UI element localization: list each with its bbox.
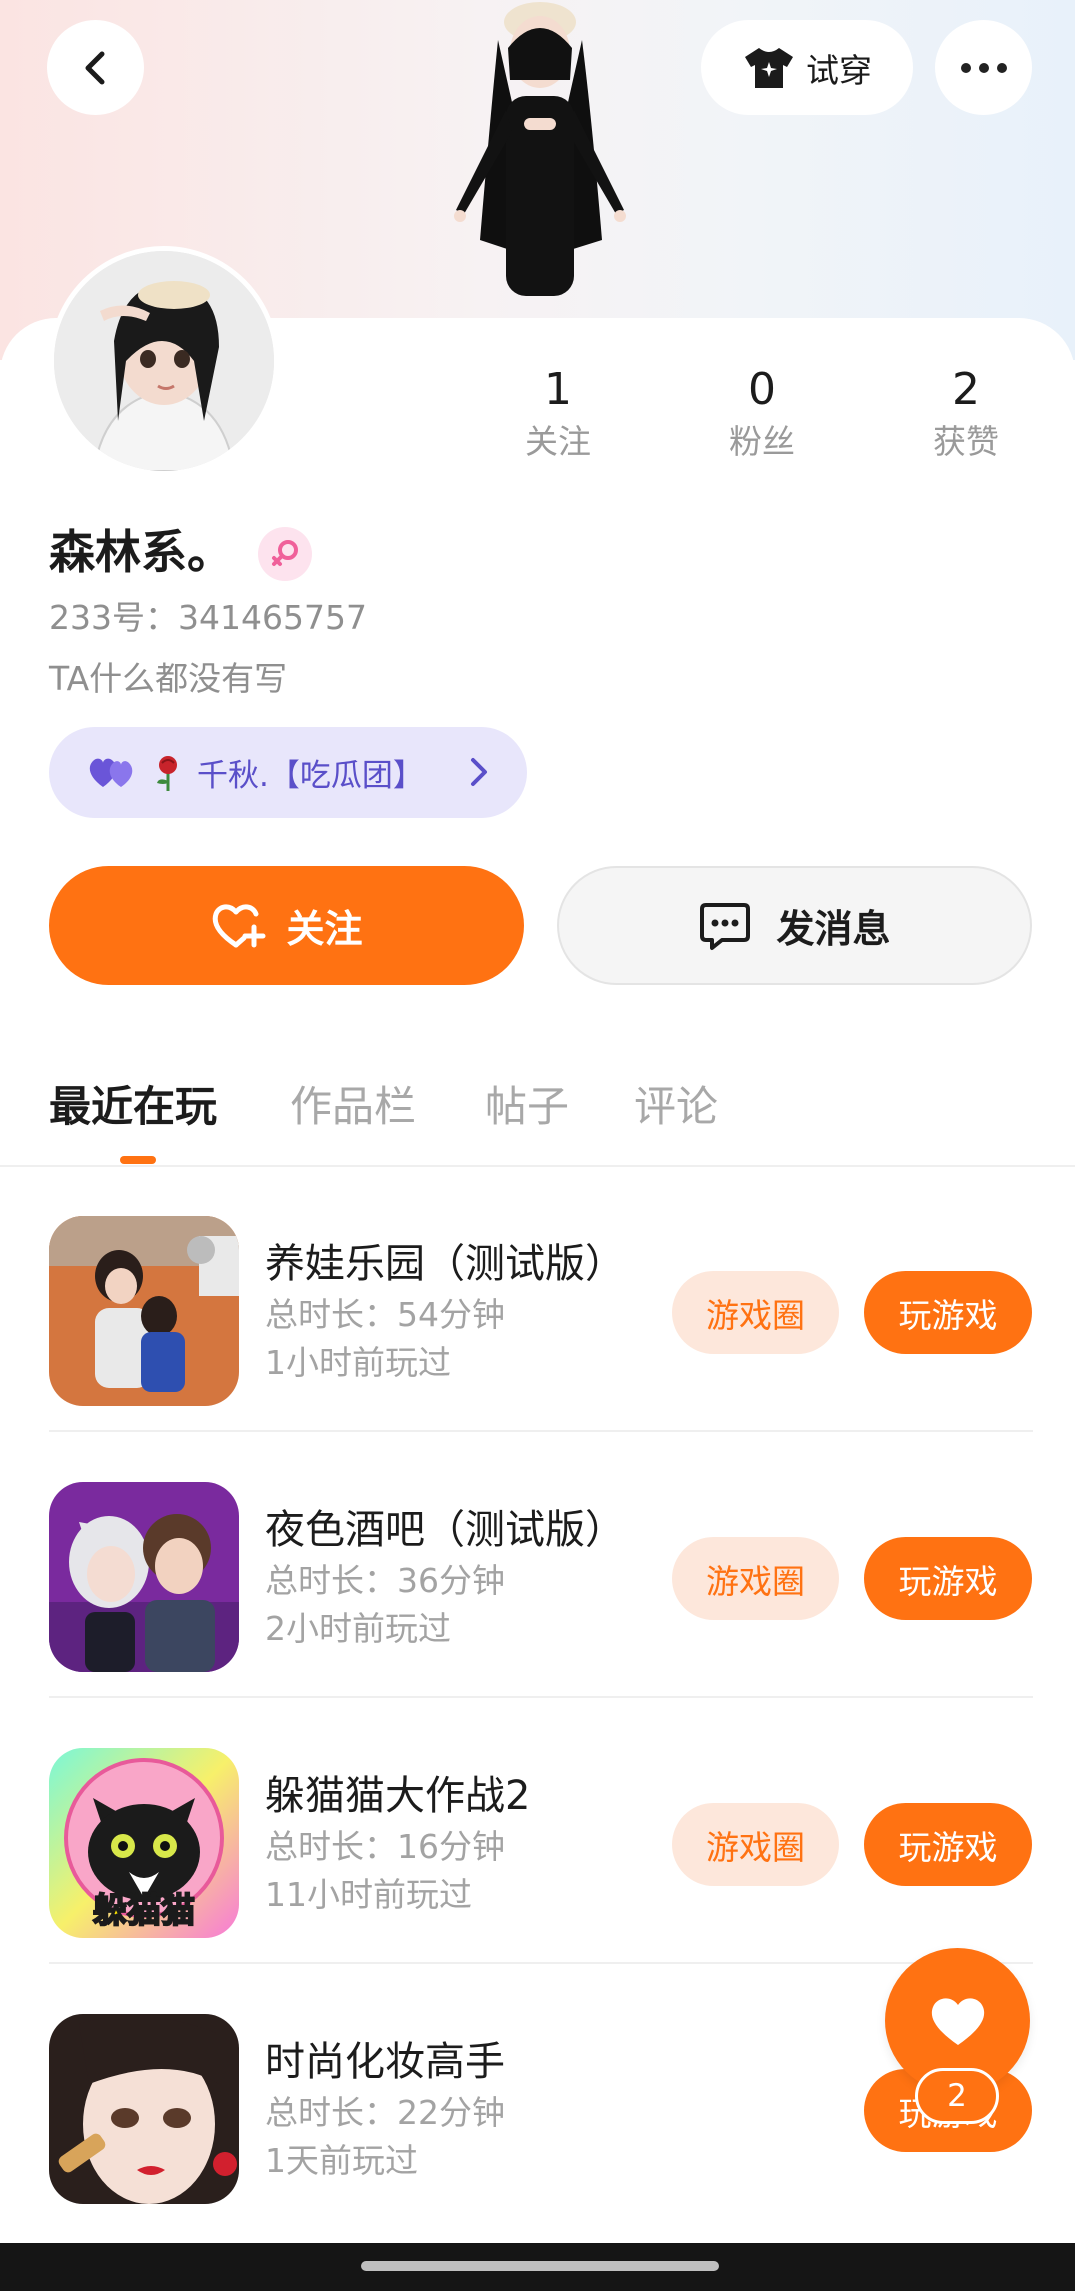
game-cover-image (49, 2014, 239, 2204)
cp-relationship-chip[interactable]: 千秋.【吃瓜团】 (49, 727, 527, 818)
heart-plus-icon (213, 904, 266, 947)
rose-icon (157, 755, 177, 791)
game-icon (49, 1216, 239, 1406)
game-circle-button[interactable]: 游戏圈 (672, 1537, 839, 1620)
game-title: 躲猫猫大作战2 (265, 1773, 531, 1819)
game-duration: 总时长：16分钟 (265, 1827, 505, 1866)
game-row[interactable]: 养娃乐园（测试版） 总时长：54分钟 1小时前玩过 游戏圈 玩游戏 (49, 1166, 1033, 1432)
home-indicator[interactable] (361, 2261, 719, 2271)
tab-comments[interactable]: 评论 (634, 1072, 718, 1142)
game-title: 夜色酒吧（测试版） (265, 1507, 625, 1553)
game-icon (49, 1482, 239, 1672)
more-button[interactable] (935, 20, 1032, 115)
try-on-label: 试穿 (806, 50, 872, 90)
chevron-left-icon (85, 51, 104, 84)
stat-followers[interactable]: 0 粉丝 (692, 360, 832, 464)
more-horizontal-icon (957, 58, 1011, 77)
female-icon (272, 540, 298, 566)
tab-posts[interactable]: 帖子 (485, 1072, 569, 1142)
game-duration: 总时长：22分钟 (265, 2093, 505, 2132)
double-heart-icon (89, 758, 133, 787)
heart-icon (931, 1997, 984, 2045)
game-last-played: 1天前玩过 (265, 2141, 418, 2180)
profile-tabs: 最近在玩 作品栏 帖子 评论 (0, 1060, 1075, 1167)
game-duration: 总时长：54分钟 (265, 1295, 505, 1334)
game-cover-image (49, 1216, 239, 1406)
stat-following-label: 关注 (525, 422, 591, 461)
game-last-played: 11小时前玩过 (265, 1875, 472, 1914)
stat-likes-value: 2 (952, 364, 980, 415)
tshirt-icon (745, 47, 793, 88)
stat-following-value: 1 (544, 364, 572, 415)
try-on-button[interactable]: 试穿 (701, 20, 913, 115)
nickname: 森林系。 (49, 525, 233, 579)
game-circle-button[interactable]: 游戏圈 (672, 1271, 839, 1354)
follow-label: 关注 (286, 907, 363, 951)
like-count-badge: 2 (915, 2068, 999, 2124)
game-duration: 总时长：36分钟 (265, 1561, 505, 1600)
play-game-button[interactable]: 玩游戏 (864, 1271, 1032, 1354)
game-row[interactable]: 躲猫猫 躲猫猫大作战2 总时长：16分钟 11小时前玩过 游戏圈 玩游戏 (49, 1698, 1033, 1964)
chevron-right-icon (471, 758, 487, 786)
avatar[interactable] (49, 246, 279, 476)
stat-likes[interactable]: 2 获赞 (896, 360, 1036, 464)
tab-works[interactable]: 作品栏 (290, 1072, 416, 1142)
game-row[interactable]: 夜色酒吧（测试版） 总时长：36分钟 2小时前玩过 游戏圈 玩游戏 (49, 1432, 1033, 1698)
game-last-played: 2小时前玩过 (265, 1609, 451, 1648)
cp-name: 千秋.【吃瓜团】 (197, 758, 424, 794)
send-message-label: 发消息 (776, 907, 891, 951)
game-icon: 躲猫猫 (49, 1748, 239, 1938)
active-tab-indicator (120, 1156, 156, 1164)
game-last-played: 1小时前玩过 (265, 1343, 451, 1382)
avatar-3d-figure (454, 2, 626, 296)
bio: TA什么都没有写 (49, 659, 288, 698)
stat-likes-label: 获赞 (933, 422, 999, 461)
tab-recently-played[interactable]: 最近在玩 (49, 1072, 217, 1142)
game-title: 时尚化妆高手 (265, 2039, 505, 2085)
game-row[interactable]: 时尚化妆高手 总时长：22分钟 1天前玩过 玩游戏 (49, 1964, 1033, 2230)
send-message-button[interactable]: 发消息 (557, 866, 1032, 985)
game-icon (49, 2014, 239, 2204)
game-icon-caption: 躲猫猫 (92, 1890, 196, 1932)
stat-followers-label: 粉丝 (729, 422, 795, 461)
stat-followers-value: 0 (748, 364, 776, 415)
back-button[interactable] (47, 20, 144, 115)
play-game-button[interactable]: 玩游戏 (864, 1803, 1032, 1886)
gender-badge (258, 527, 312, 581)
play-game-button[interactable]: 玩游戏 (864, 1537, 1032, 1620)
game-cover-image (49, 1482, 239, 1672)
follow-button[interactable]: 关注 (49, 866, 524, 985)
game-circle-button[interactable]: 游戏圈 (672, 1803, 839, 1886)
avatar-illustration (54, 251, 274, 471)
user-id: 233号：341465757 (49, 598, 367, 637)
chat-bubble-icon (700, 902, 751, 950)
stat-following[interactable]: 1 关注 (488, 360, 628, 464)
game-title: 养娃乐园（测试版） (265, 1241, 625, 1287)
